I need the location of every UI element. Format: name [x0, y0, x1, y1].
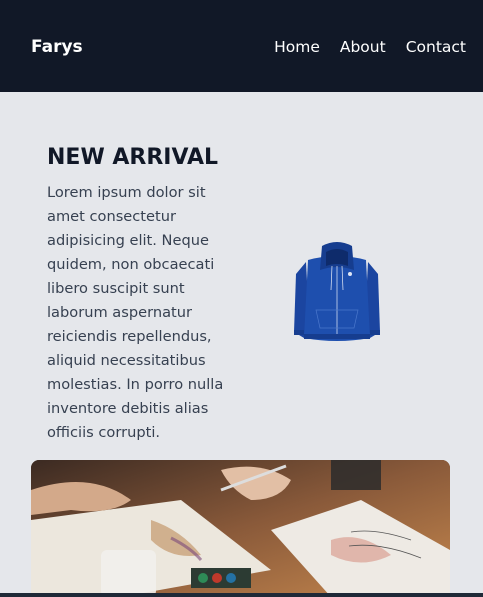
bottom-divider: [0, 593, 483, 597]
nav-link-contact[interactable]: Contact: [406, 36, 466, 58]
hoodie-product-image: [294, 242, 380, 341]
nav-link-home[interactable]: Home: [274, 36, 320, 58]
brand-logo[interactable]: Farys: [31, 36, 83, 58]
hero-description: Lorem ipsum dolor sit amet consectetur a…: [47, 184, 224, 441]
art-supplies-photo: [31, 460, 450, 597]
nav-links: Home About Contact: [274, 36, 466, 58]
nav-link-about[interactable]: About: [340, 36, 386, 58]
navbar: Farys Home About Contact: [0, 0, 483, 92]
hero-title: NEW ARRIVAL: [47, 145, 219, 170]
photo-illustration: [31, 460, 450, 597]
